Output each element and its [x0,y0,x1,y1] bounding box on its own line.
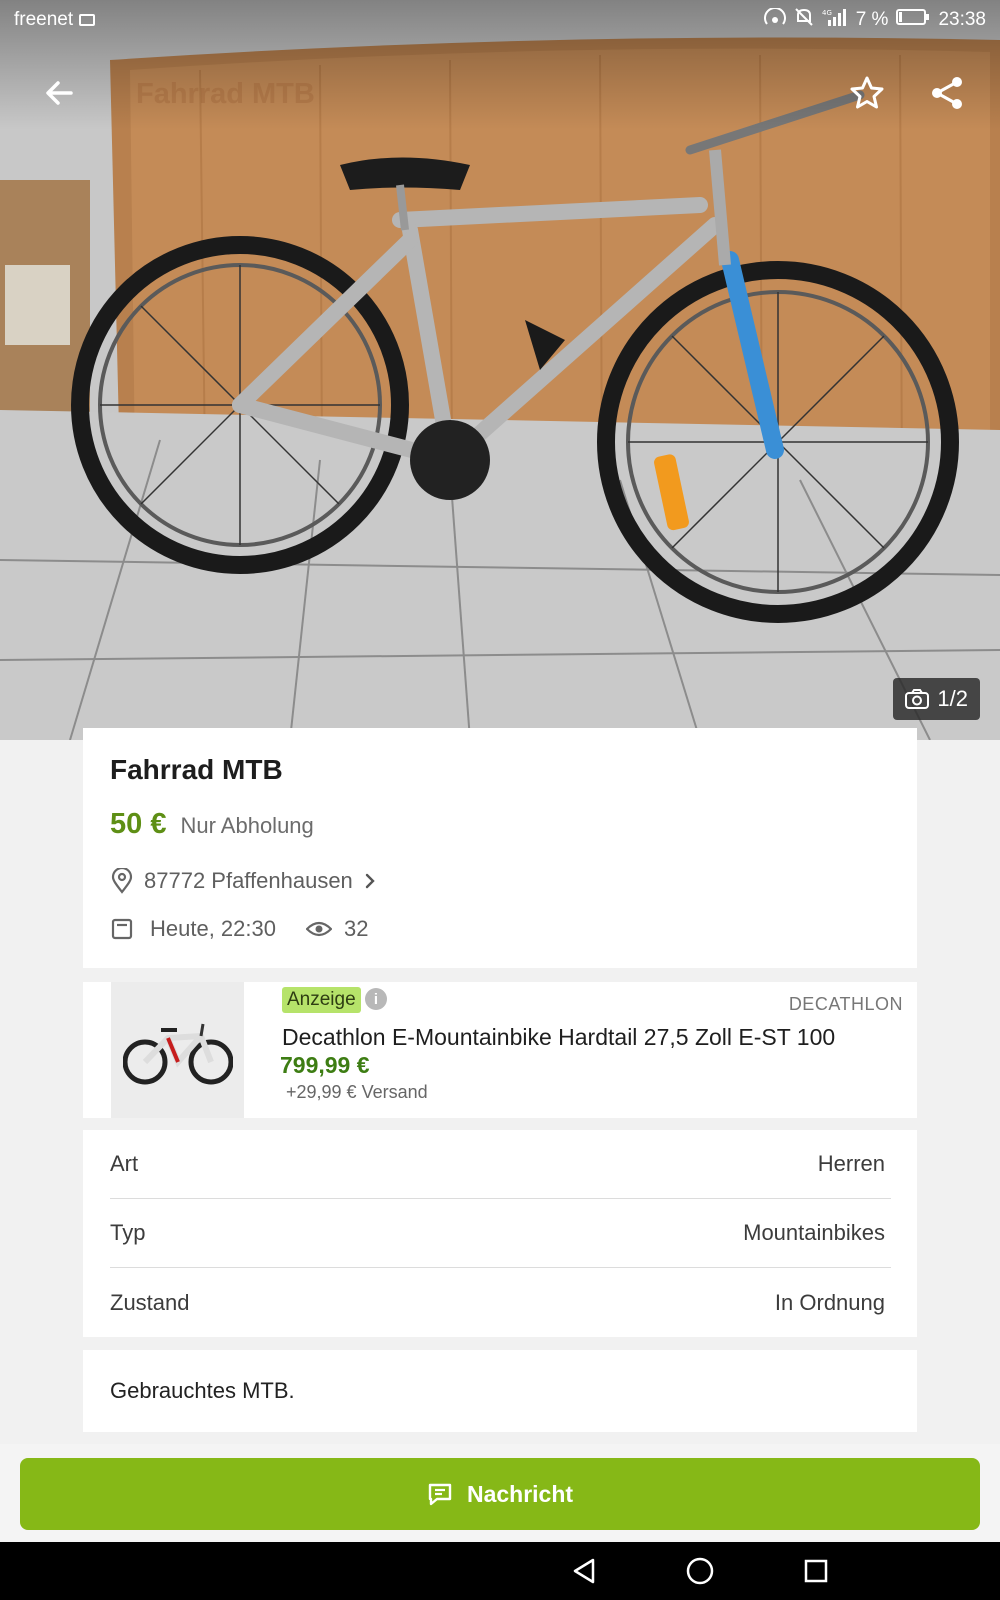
square-recents-icon [804,1559,828,1583]
clock: 23:38 [938,9,986,30]
attribute-row: Typ Mountainbikes [110,1199,891,1268]
sponsored-ad[interactable]: Anzeige i DECATHLON Decathlon E-Mountain… [83,982,917,1118]
message-button[interactable]: Nachricht [20,1458,980,1530]
ad-thumbnail[interactable] [111,982,244,1118]
share-icon [932,77,962,109]
carrier-name: freenet [14,9,74,30]
battery-percent: 7 % [855,9,889,30]
ad-shipping: +29,99 € Versand [286,1082,428,1102]
description-text: Gebrauchtes MTB. [110,1378,295,1403]
post-date: Heute, 22:30 [150,916,276,941]
circle-home-icon [686,1557,714,1585]
description-section: Gebrauchtes MTB. [83,1350,917,1432]
view-count: 32 [343,916,369,941]
location-pin-icon [111,868,133,894]
price-row: 50 € Nur Abholung [110,808,314,841]
ebike-image [122,1023,233,1085]
ad-price: 799,99 € [280,1052,370,1078]
triangle-back-icon [573,1558,595,1584]
mute-icon [794,7,814,33]
nav-recents-button[interactable] [794,1552,838,1590]
ad-product-name[interactable]: Decathlon E-Mountainbike Hardtail 27,5 Z… [282,1024,835,1051]
bottom-action-bar: Nachricht [0,1444,1000,1542]
attribute-value: In Ordnung [774,1289,885,1315]
back-button[interactable] [24,58,94,128]
nav-back-button[interactable] [562,1552,606,1590]
arrow-left-icon [46,81,73,105]
hotspot-icon [763,7,786,32]
ghost-title: Fahrrad MTB [136,78,315,110]
location-link[interactable]: 87772 Pfaffenhausen [110,868,377,894]
image-counter: 1/2 [893,678,980,720]
image-counter-text: 1/2 [937,686,968,711]
listing-title: Fahrrad MTB [110,754,283,785]
chat-icon [428,1483,452,1506]
photo-gallery[interactable]: Fahrrad MTB freenet 4G 7 % 23:38 1/2 [0,0,1000,740]
eye-icon [305,921,332,937]
attribute-key: Zustand [110,1289,190,1315]
sim-icon [79,14,96,26]
camera-icon [905,689,930,709]
ad-badge: Anzeige [282,987,361,1013]
message-button-label: Nachricht [466,1480,574,1507]
attribute-value: Herren [817,1151,885,1176]
attribute-row: Art Herren [110,1130,891,1199]
listing-price: 50 € [110,808,167,840]
ad-brand: DECATHLON [788,994,903,1014]
location-text: 87772 Pfaffenhausen [144,868,353,893]
attribute-value: Mountainbikes [743,1220,885,1245]
nav-home-button[interactable] [678,1552,722,1590]
meta-row: Heute, 22:30 32 [110,916,368,942]
signal-icon: 4G [822,8,848,32]
system-navigation-bar [0,1542,1000,1600]
status-bar: freenet 4G 7 % 23:38 [0,0,1000,40]
svg-text:4G: 4G [822,9,832,17]
attributes-table: Art Herren Typ Mountainbikes Zustand In … [83,1130,917,1337]
chevron-right-icon [365,873,375,889]
share-button[interactable] [912,58,982,128]
shipping-info: Nur Abholung [180,813,314,838]
attribute-row: Zustand In Ordnung [110,1268,891,1337]
battery-icon [896,9,930,31]
info-icon[interactable]: i [365,988,387,1010]
attribute-key: Art [110,1151,139,1176]
listing-summary: Fahrrad MTB 50 € Nur Abholung 87772 Pfaf… [83,728,917,968]
star-icon [850,76,884,109]
carrier: freenet [14,9,96,31]
calendar-icon [111,918,133,940]
favorite-button[interactable] [832,58,902,128]
attribute-key: Typ [110,1220,146,1245]
